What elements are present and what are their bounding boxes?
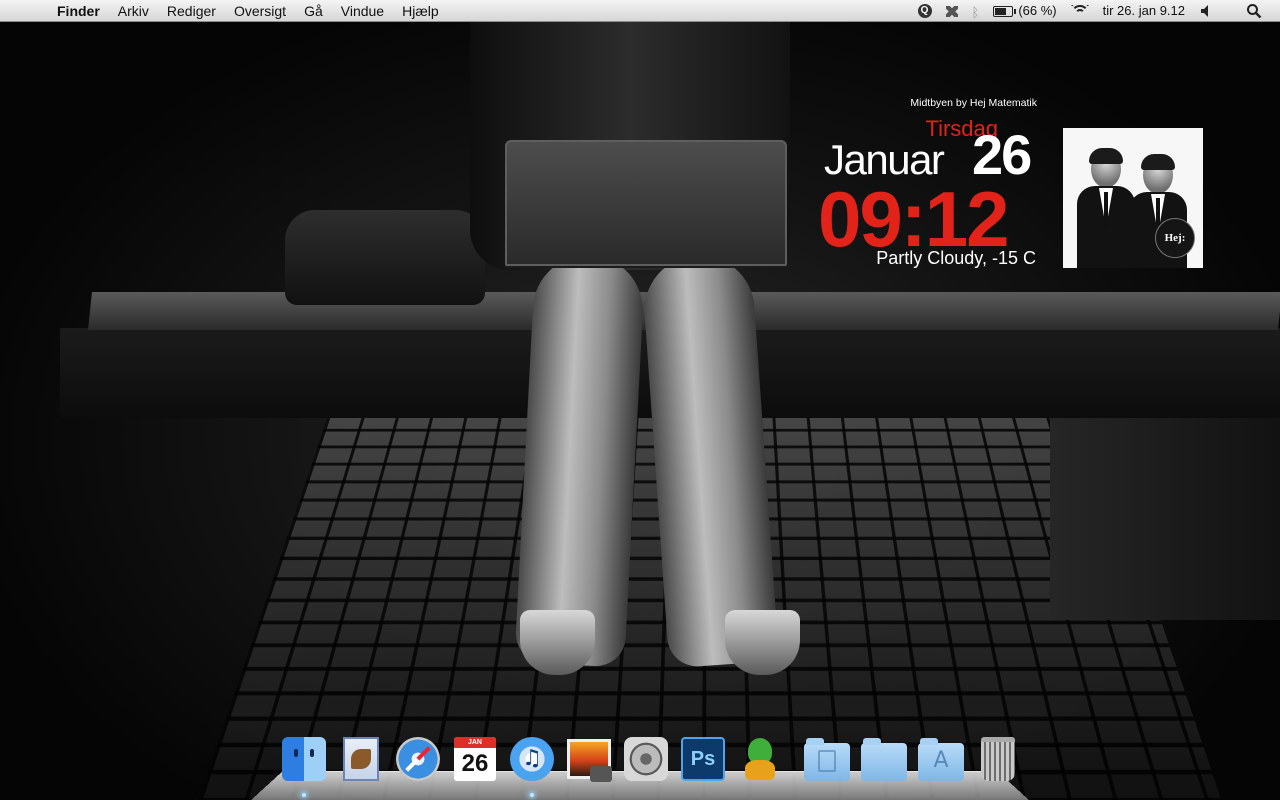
dock: JAN 26 ♫ Ps A	[280, 733, 1031, 797]
applications-folder-icon: A	[918, 738, 964, 781]
dock-separator	[793, 743, 794, 783]
calendar-icon: JAN 26	[454, 737, 496, 781]
wallpaper-leg-left	[514, 252, 646, 668]
spotlight-icon	[1247, 4, 1262, 19]
trash-icon	[981, 737, 1015, 781]
album-art-person	[1077, 148, 1135, 268]
menu-arkiv[interactable]: Arkiv	[109, 0, 158, 22]
dock-system-preferences[interactable]	[622, 735, 670, 783]
app-store-icon: A	[933, 748, 949, 773]
dock-photoshop[interactable]: Ps	[679, 735, 727, 783]
menu-oversigt[interactable]: Oversigt	[225, 0, 295, 22]
dock-ical[interactable]: JAN 26	[451, 735, 499, 783]
dock-stack-documents[interactable]	[803, 735, 851, 783]
dock-finder[interactable]	[280, 735, 328, 797]
menu-clock[interactable]: tir 26. jan 9.12	[1096, 0, 1192, 22]
menu-finder[interactable]: Finder	[48, 0, 109, 22]
battery-level	[995, 7, 1007, 15]
menu-rediger[interactable]: Rediger	[158, 0, 225, 22]
documents-folder-icon	[804, 738, 850, 781]
battery-menu[interactable]: (66 %)	[986, 0, 1063, 22]
menu-bar: Finder Arkiv Rediger Oversigt Gå Vindue …	[0, 0, 1280, 22]
mail-icon	[343, 737, 379, 781]
q-circle-icon: Q	[917, 4, 932, 18]
iphoto-icon	[567, 739, 612, 782]
running-indicator	[530, 793, 534, 797]
dock-iphoto[interactable]	[565, 735, 613, 783]
bluetooth-menu[interactable]: ᛒ	[965, 3, 987, 21]
wifi-menu[interactable]	[1064, 5, 1096, 17]
volume-menu[interactable]	[1192, 3, 1222, 19]
wallpaper-bag	[285, 210, 485, 305]
adium-icon	[742, 736, 778, 782]
menu-extras: Q ᛒ (66 %) tir 26. jan 9.12	[911, 0, 1280, 22]
running-indicator	[302, 793, 306, 797]
clock-widget[interactable]: Midtbyen by Hej Matematik Tirsdag Januar…	[810, 94, 1210, 274]
folder-icon	[861, 738, 907, 781]
wallpaper-shoe-right	[725, 610, 800, 675]
desktop[interactable]: Finder Arkiv Rediger Oversigt Gå Vindue …	[0, 0, 1280, 800]
menu-ga[interactable]: Gå	[295, 0, 332, 22]
wallpaper-bench-leg	[1050, 400, 1280, 620]
wallpaper-shoe-left	[520, 610, 595, 675]
now-playing-text: Midtbyen by Hej Matematik	[910, 97, 1037, 109]
menu-hjaelp[interactable]: Hjælp	[393, 0, 448, 22]
itunes-icon: ♫	[510, 737, 554, 781]
dropbox-icon	[945, 5, 958, 17]
photoshop-icon: Ps	[681, 737, 725, 781]
album-art[interactable]: Hej:	[1063, 128, 1203, 268]
wallpaper-laptop	[505, 140, 787, 266]
battery-icon	[993, 5, 1017, 17]
wifi-icon	[1070, 5, 1089, 17]
finder-icon	[282, 737, 326, 781]
calendar-day: 26	[461, 750, 489, 777]
menu-vindue[interactable]: Vindue	[332, 0, 393, 22]
dock-stack-downloads[interactable]	[860, 735, 908, 783]
album-art-badge: Hej:	[1155, 218, 1195, 258]
volume-icon	[1201, 5, 1208, 17]
dock-safari[interactable]	[394, 735, 442, 783]
dock-mail[interactable]	[337, 735, 385, 783]
spotlight-menu[interactable]	[1222, 3, 1280, 19]
dock-itunes[interactable]: ♫	[508, 735, 556, 797]
safari-icon	[396, 737, 440, 781]
quicksilver-menu[interactable]: Q	[911, 4, 939, 18]
document-icon	[818, 750, 836, 772]
dock-stack-applications[interactable]: A	[917, 735, 965, 783]
dock-trash[interactable]	[974, 735, 1022, 783]
dropbox-menu[interactable]	[939, 5, 965, 17]
battery-percent: (66 %)	[1018, 3, 1057, 18]
bluetooth-icon: ᛒ	[971, 6, 980, 21]
widget-weather: Partly Cloudy, -15 C	[876, 248, 1036, 268]
calendar-month: JAN	[454, 737, 496, 748]
system-preferences-icon	[624, 737, 668, 781]
dock-adium[interactable]	[736, 735, 784, 783]
